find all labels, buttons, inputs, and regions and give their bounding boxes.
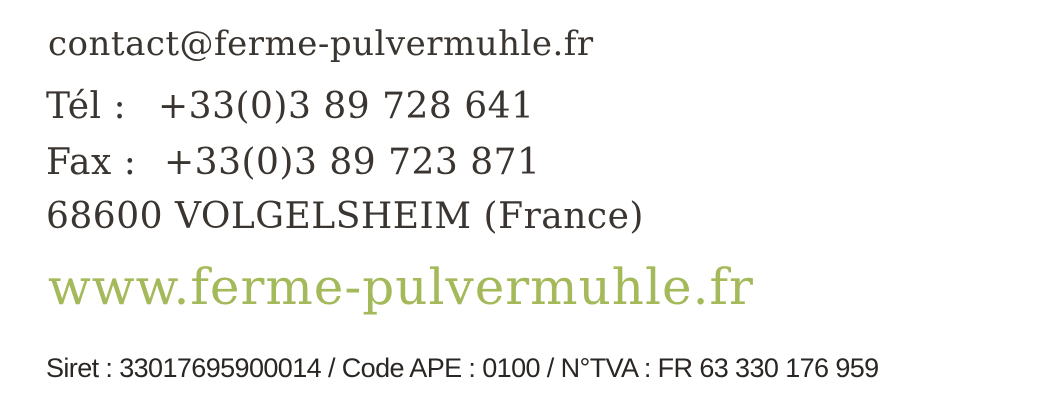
fax-row: Fax : +33(0)3 89 723 871 — [46, 142, 540, 183]
contact-card: contact@ferme-pulvermuhle.fr Tél : +33(0)… — [0, 0, 1063, 413]
phone-row: Tél : +33(0)3 89 728 641 — [46, 86, 534, 127]
postal-address: 68600 VOLGELSHEIM (France) — [46, 196, 644, 237]
email-link[interactable]: contact@ferme-pulvermuhle.fr — [48, 24, 594, 64]
fax-label: Fax : — [46, 142, 137, 183]
phone-label: Tél : — [46, 86, 127, 127]
phone-number[interactable]: +33(0)3 89 728 641 — [158, 86, 534, 127]
fax-number: +33(0)3 89 723 871 — [164, 142, 541, 183]
website-link[interactable]: www.ferme-pulvermuhle.fr — [48, 258, 754, 316]
legal-info: Siret : 33017695900014 / Code APE : 0100… — [46, 353, 879, 383]
